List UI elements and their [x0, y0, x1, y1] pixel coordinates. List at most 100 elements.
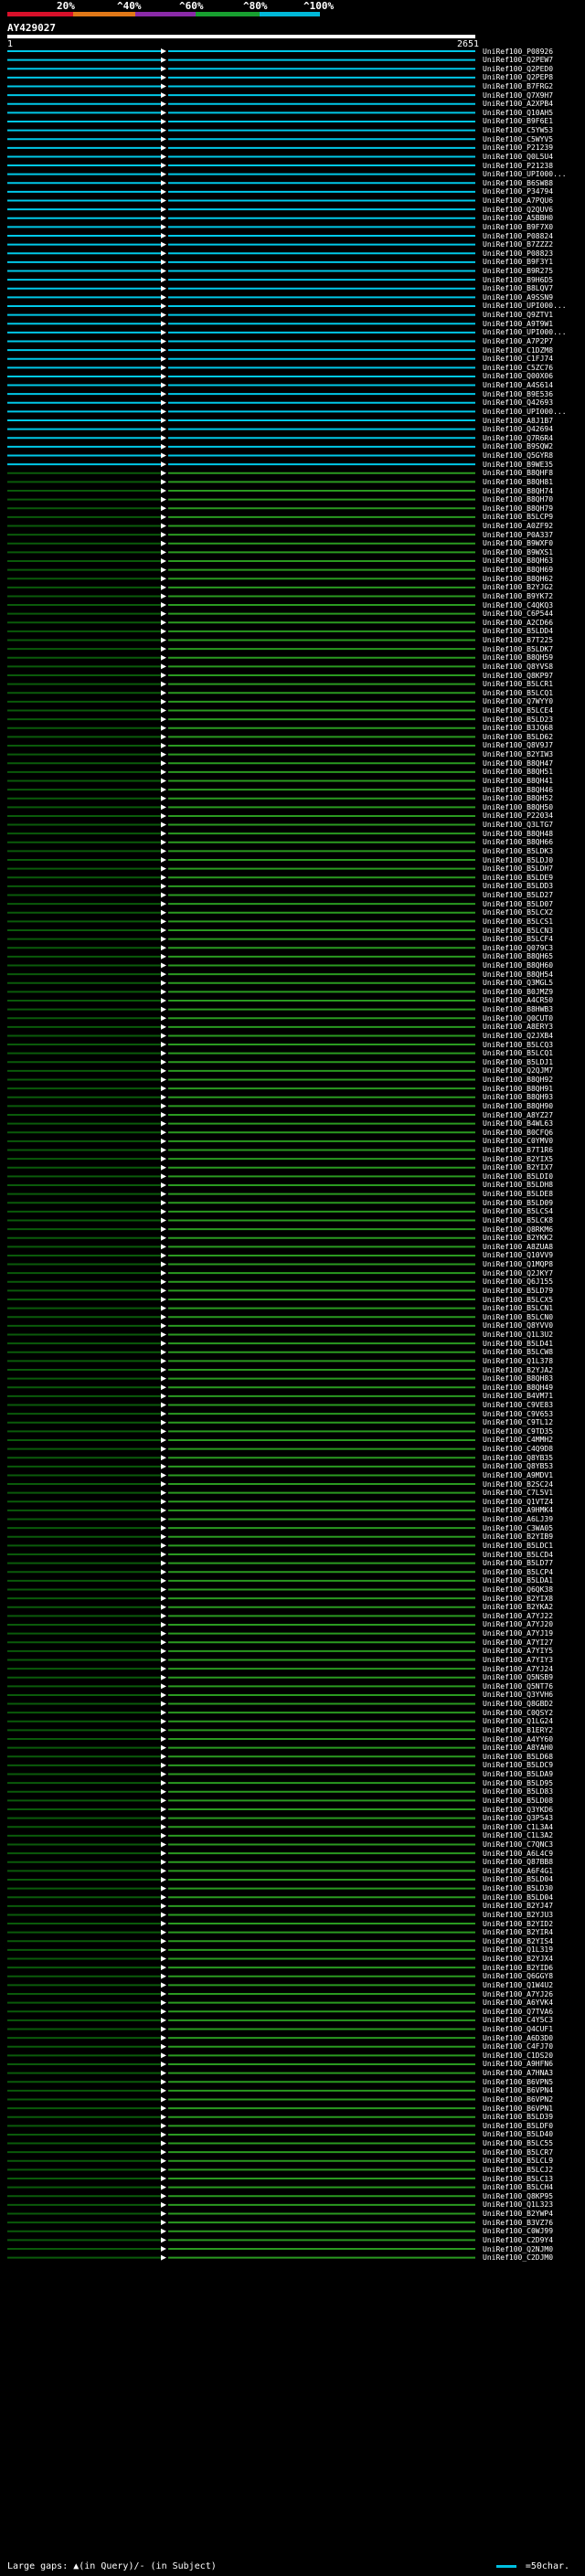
hit-label[interactable]: UniRef100_Q3P543: [483, 1814, 585, 1822]
hit-label[interactable]: UniRef100_B5LD09: [483, 1199, 585, 1207]
hit-label[interactable]: UniRef100_B6VPN5: [483, 2078, 585, 2086]
hit-label[interactable]: UniRef100_B2YKA2: [483, 1603, 585, 1611]
hit-label[interactable]: UniRef100_P34794: [483, 187, 585, 196]
hit-label[interactable]: UniRef100_Q1L378: [483, 1357, 585, 1365]
hit-label[interactable]: UniRef100_P21239: [483, 143, 585, 152]
hit-label[interactable]: UniRef100_B5LCR1: [483, 680, 585, 688]
hit-label[interactable]: UniRef100_A7YJ26: [483, 1990, 585, 1998]
hit-label[interactable]: UniRef100_B5LD04: [483, 1875, 585, 1883]
hit-label[interactable]: UniRef100_UPI000...: [483, 302, 585, 310]
hit-label[interactable]: UniRef100_A8YZ27: [483, 1111, 585, 1119]
hit-label[interactable]: UniRef100_Q7R6R4: [483, 434, 585, 442]
hit-label[interactable]: UniRef100_Q9ZTV1: [483, 311, 585, 319]
hit-label[interactable]: UniRef100_Q8YB53: [483, 1462, 585, 1470]
hit-label[interactable]: UniRef100_Q2QJM7: [483, 1066, 585, 1075]
hit-label[interactable]: UniRef100_Q8GBD2: [483, 1700, 585, 1708]
hit-label[interactable]: UniRef100_B5LD39: [483, 2113, 585, 2121]
hit-label[interactable]: UniRef100_B5LCQ3: [483, 1041, 585, 1049]
hit-label[interactable]: UniRef100_B2YJG2: [483, 583, 585, 591]
hit-label[interactable]: UniRef100_B5LD41: [483, 1340, 585, 1348]
hit-label[interactable]: UniRef100_Q8KP95: [483, 2192, 585, 2200]
hit-label[interactable]: UniRef100_Q2PED0: [483, 65, 585, 73]
hit-label[interactable]: UniRef100_Q6GGY8: [483, 1972, 585, 1980]
hit-label[interactable]: UniRef100_C4Y5C3: [483, 2016, 585, 2024]
hit-label[interactable]: UniRef100_A7YJ22: [483, 1612, 585, 1620]
hit-label[interactable]: UniRef100_B8LQV7: [483, 284, 585, 292]
hit-label[interactable]: UniRef100_A7HNA3: [483, 2069, 585, 2077]
hit-label[interactable]: UniRef100_P0A337: [483, 531, 585, 539]
hit-label[interactable]: UniRef100_C4FJ70: [483, 2042, 585, 2051]
hit-label[interactable]: UniRef100_B8QH70: [483, 495, 585, 504]
hit-label[interactable]: UniRef100_B7FRG2: [483, 82, 585, 90]
hit-label[interactable]: UniRef100_B9H6D5: [483, 276, 585, 284]
hit-label[interactable]: UniRef100_Q079C3: [483, 944, 585, 952]
hit-label[interactable]: UniRef100_B8QH69: [483, 566, 585, 574]
hit-label[interactable]: UniRef100_B9WXS1: [483, 548, 585, 557]
hit-label[interactable]: UniRef100_Q8YVS8: [483, 663, 585, 671]
hit-label[interactable]: UniRef100_A9MDV1: [483, 1471, 585, 1479]
hit-label[interactable]: UniRef100_C5ZC76: [483, 364, 585, 372]
hit-label[interactable]: UniRef100_B9E536: [483, 390, 585, 398]
hit-label[interactable]: UniRef100_Q7X9H7: [483, 91, 585, 100]
hit-label[interactable]: UniRef100_Q1VTZ4: [483, 1498, 585, 1506]
hit-label[interactable]: UniRef100_A8ZUA8: [483, 1243, 585, 1251]
hit-label[interactable]: UniRef100_B5LC55: [483, 2139, 585, 2147]
hit-label[interactable]: UniRef100_B5LCN1: [483, 1304, 585, 1312]
hit-label[interactable]: UniRef100_A7YJ19: [483, 1629, 585, 1638]
hit-label[interactable]: UniRef100_B5LCS1: [483, 917, 585, 926]
hit-label[interactable]: UniRef100_B5LCP4: [483, 1568, 585, 1576]
hit-label[interactable]: UniRef100_B8QH50: [483, 803, 585, 811]
hit-label[interactable]: UniRef100_B8QH65: [483, 952, 585, 960]
hit-label[interactable]: UniRef100_B8QH93: [483, 1093, 585, 1101]
hit-label[interactable]: UniRef100_C9VE83: [483, 1401, 585, 1409]
hit-label[interactable]: UniRef100_B8QH74: [483, 487, 585, 495]
hit-label[interactable]: UniRef100_B8QH81: [483, 478, 585, 486]
hit-label[interactable]: UniRef100_B8QHF8: [483, 469, 585, 477]
hit-label[interactable]: UniRef100_Q1MQP8: [483, 1260, 585, 1268]
hit-label[interactable]: UniRef100_B5LDC1: [483, 1542, 585, 1550]
hit-label[interactable]: UniRef100_B2YIB9: [483, 1532, 585, 1541]
hit-label[interactable]: UniRef100_Q1L323: [483, 2200, 585, 2209]
hit-label[interactable]: UniRef100_C6P544: [483, 610, 585, 618]
hit-label[interactable]: UniRef100_Q1W4U2: [483, 1981, 585, 1989]
hit-label[interactable]: UniRef100_UPI000...: [483, 328, 585, 336]
hit-label[interactable]: UniRef100_A9HFN6: [483, 2060, 585, 2068]
hit-label[interactable]: UniRef100_B5LCK8: [483, 1216, 585, 1224]
hit-label[interactable]: UniRef100_B5LD77: [483, 1559, 585, 1567]
hit-label[interactable]: UniRef100_C2DJM0: [483, 2253, 585, 2262]
hit-label[interactable]: UniRef100_B5LDK7: [483, 645, 585, 653]
hit-label[interactable]: UniRef100_Q2QUV6: [483, 206, 585, 214]
hit-label[interactable]: UniRef100_B5LDD4: [483, 627, 585, 635]
hit-label[interactable]: UniRef100_B5LCR7: [483, 2148, 585, 2157]
hit-label[interactable]: UniRef100_A0ZF92: [483, 522, 585, 530]
hit-label[interactable]: UniRef100_B6VPN1: [483, 2104, 585, 2113]
hit-label[interactable]: UniRef100_B0CFQ6: [483, 1129, 585, 1137]
hit-label[interactable]: UniRef100_B8QH60: [483, 961, 585, 970]
hit-label[interactable]: UniRef100_B5LDA9: [483, 1770, 585, 1778]
hit-label[interactable]: UniRef100_B8QH62: [483, 575, 585, 583]
hit-label[interactable]: UniRef100_C7L5V1: [483, 1489, 585, 1497]
hit-label[interactable]: UniRef100_B5LCP9: [483, 513, 585, 521]
hit-label[interactable]: UniRef100_Q42694: [483, 425, 585, 433]
hit-label[interactable]: UniRef100_P22034: [483, 811, 585, 820]
hit-label[interactable]: UniRef100_B9WXF0: [483, 539, 585, 547]
hit-label[interactable]: UniRef100_A7YIY5: [483, 1647, 585, 1655]
hit-label[interactable]: UniRef100_B5LCH4: [483, 2183, 585, 2191]
hit-label[interactable]: UniRef100_B5LD08: [483, 1797, 585, 1805]
hit-label[interactable]: UniRef100_B5LDH8: [483, 1181, 585, 1189]
hit-label[interactable]: UniRef100_C4Q9D8: [483, 1445, 585, 1453]
hit-label[interactable]: UniRef100_B0JMZ9: [483, 988, 585, 996]
hit-label[interactable]: UniRef100_B7T225: [483, 636, 585, 644]
hit-label[interactable]: UniRef100_C1DZM8: [483, 346, 585, 355]
hit-label[interactable]: UniRef100_Q8RKM6: [483, 1225, 585, 1234]
hit-label[interactable]: UniRef100_A6L4C9: [483, 1850, 585, 1858]
hit-label[interactable]: UniRef100_A9T9W1: [483, 320, 585, 328]
hit-label[interactable]: UniRef100_B5LD40: [483, 2130, 585, 2138]
hit-label[interactable]: UniRef100_B5LD07: [483, 900, 585, 908]
hit-label[interactable]: UniRef100_Q2NJM0: [483, 2245, 585, 2253]
hit-label[interactable]: UniRef100_B5LCX5: [483, 1296, 585, 1304]
hit-label[interactable]: UniRef100_C9TD35: [483, 1427, 585, 1436]
hit-label[interactable]: UniRef100_B3JQ68: [483, 724, 585, 732]
hit-label[interactable]: UniRef100_Q0L5U4: [483, 153, 585, 161]
hit-label[interactable]: UniRef100_B5LCD4: [483, 1551, 585, 1559]
